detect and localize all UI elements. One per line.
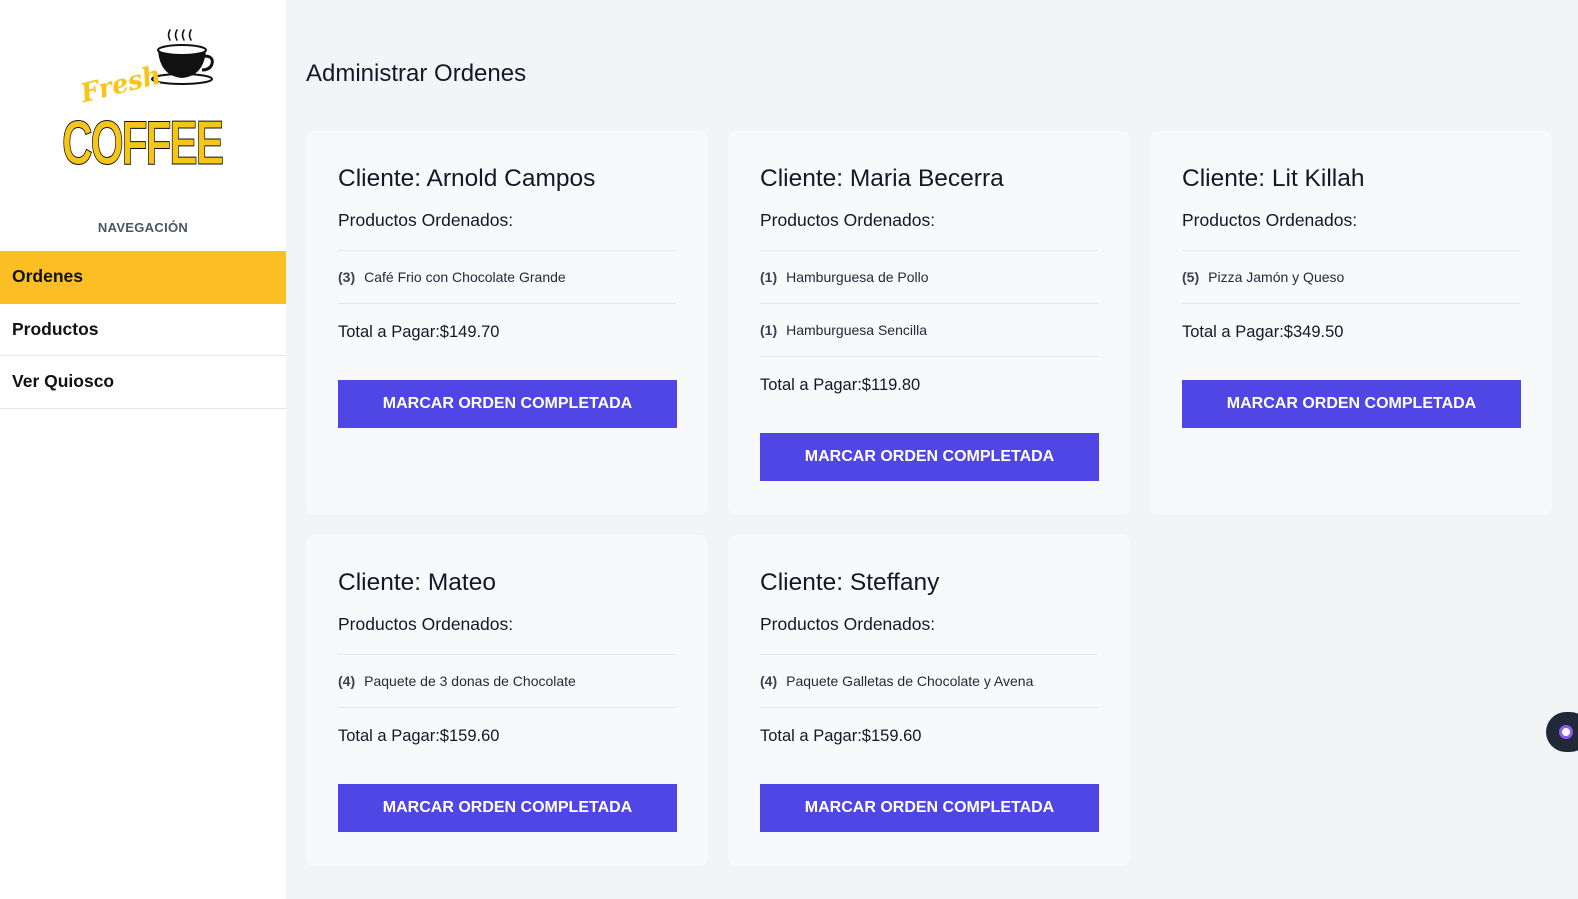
sidebar: Fresh COFFEE NAVEGACIÓN Ordenes Producto… (0, 0, 286, 899)
product-name: Pizza Jamón y Queso (1208, 269, 1345, 285)
product-name: Café Frio con Chocolate Grande (364, 269, 566, 285)
order-products-title: Productos Ordenados: (338, 613, 676, 655)
product-qty: (4) (760, 673, 778, 689)
svg-text:COFFEE: COFFEE (62, 109, 222, 176)
order-product-row: (5) Pizza Jamón y Queso (1182, 251, 1520, 304)
order-products-title: Productos Ordenados: (760, 613, 1098, 655)
sidebar-item-ordenes[interactable]: Ordenes (0, 251, 286, 304)
product-name: Hamburguesa Sencilla (786, 322, 927, 338)
order-card: Cliente: Mateo Productos Ordenados: (4) … (306, 535, 708, 866)
order-card: Cliente: Lit Killah Productos Ordenados:… (1150, 131, 1552, 515)
order-client: Cliente: Lit Killah (1182, 165, 1365, 192)
product-qty: (5) (1182, 269, 1200, 285)
order-card: Cliente: Arnold Campos Productos Ordenad… (306, 131, 708, 515)
order-product-row: (4) Paquete Galletas de Chocolate y Aven… (760, 655, 1098, 708)
order-client: Cliente: Steffany (760, 569, 940, 596)
sidebar-nav: Ordenes Productos Ver Quiosco (0, 251, 286, 409)
order-card: Cliente: Steffany Productos Ordenados: (… (728, 535, 1130, 866)
complete-order-button[interactable]: MARCAR ORDEN COMPLETADA (1182, 380, 1521, 428)
order-product-row: (3) Café Frio con Chocolate Grande (338, 251, 676, 304)
order-product-row: (1) Hamburguesa Sencilla (760, 304, 1098, 357)
product-qty: (4) (338, 673, 356, 689)
chat-widget-icon (1559, 725, 1573, 739)
order-total: Total a Pagar:$119.80 (760, 375, 921, 394)
complete-order-button[interactable]: MARCAR ORDEN COMPLETADA (760, 433, 1099, 481)
order-products-title: Productos Ordenados: (338, 209, 676, 251)
product-name: Paquete de 3 donas de Chocolate (364, 673, 576, 689)
product-qty: (1) (760, 269, 778, 285)
chat-widget-button[interactable] (1546, 712, 1578, 752)
page-title: Administrar Ordenes (306, 60, 527, 87)
order-products-title: Productos Ordenados: (1182, 209, 1520, 251)
order-client: Cliente: Arnold Campos (338, 165, 596, 192)
order-product-row: (4) Paquete de 3 donas de Chocolate (338, 655, 676, 708)
order-total: Total a Pagar:$159.60 (760, 726, 922, 745)
complete-order-button[interactable]: MARCAR ORDEN COMPLETADA (760, 784, 1099, 832)
nav-heading: NAVEGACIÓN (97, 220, 189, 235)
product-qty: (1) (760, 322, 778, 338)
order-total: Total a Pagar:$159.60 (338, 726, 500, 745)
product-name: Paquete Galletas de Chocolate y Avena (786, 673, 1034, 689)
main-content: Administrar Ordenes Cliente: Arnold Camp… (286, 0, 1578, 899)
sidebar-item-productos[interactable]: Productos (0, 304, 286, 356)
order-card: Cliente: Maria Becerra Productos Ordenad… (728, 131, 1130, 515)
order-total: Total a Pagar:$349.50 (1182, 322, 1344, 341)
order-client: Cliente: Maria Becerra (760, 165, 1004, 192)
svg-text:Fresh: Fresh (77, 60, 165, 109)
order-products-title: Productos Ordenados: (760, 209, 1098, 251)
order-total: Total a Pagar:$149.70 (338, 322, 500, 341)
fresh-coffee-logo: Fresh COFFEE (62, 29, 226, 176)
order-product-row: (1) Hamburguesa de Pollo (760, 251, 1098, 304)
product-qty: (3) (338, 269, 356, 285)
order-client: Cliente: Mateo (338, 569, 496, 596)
sidebar-item-ver-quiosco[interactable]: Ver Quiosco (0, 356, 286, 409)
complete-order-button[interactable]: MARCAR ORDEN COMPLETADA (338, 784, 677, 832)
product-name: Hamburguesa de Pollo (786, 269, 929, 285)
complete-order-button[interactable]: MARCAR ORDEN COMPLETADA (338, 380, 677, 428)
